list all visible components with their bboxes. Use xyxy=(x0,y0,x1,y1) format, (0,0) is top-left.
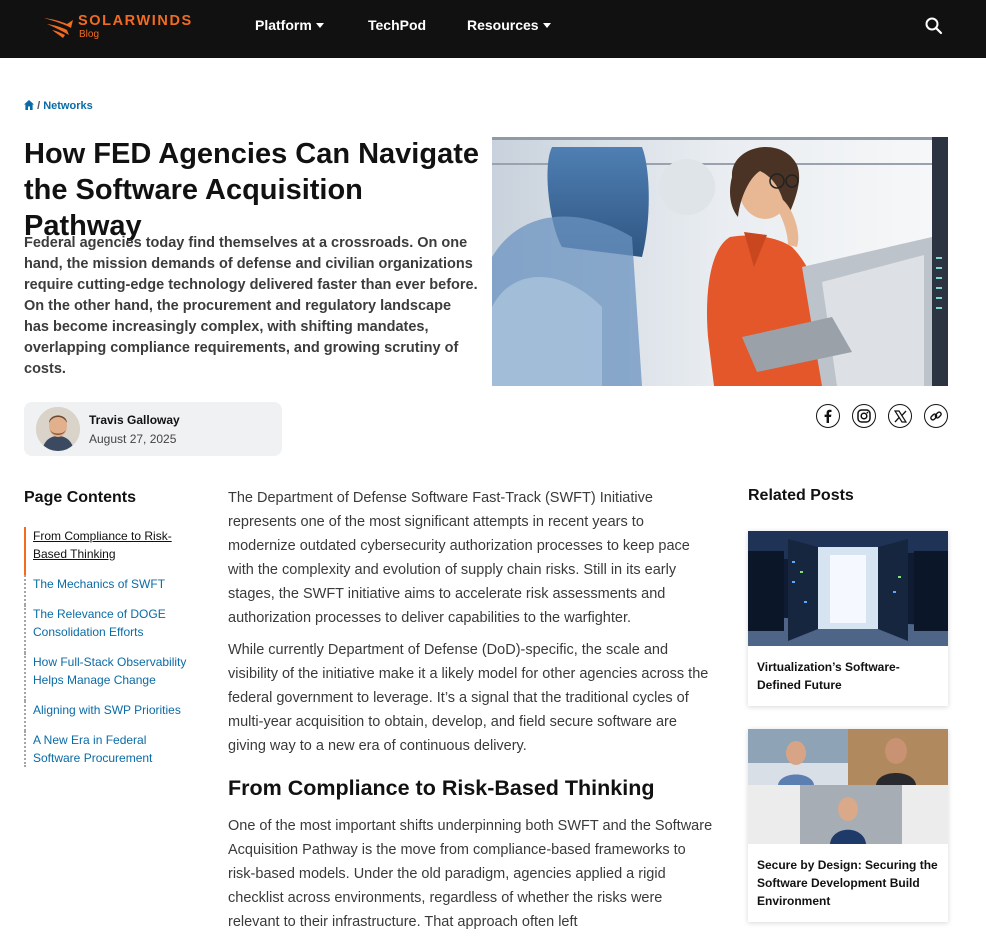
article-paragraph: The Department of Defense Software Fast-… xyxy=(228,490,690,626)
solarwinds-logo[interactable]: SOLARWINDS Blog xyxy=(44,12,194,42)
related-post-card[interactable]: Virtualization’s Software-Defined Future xyxy=(748,531,948,706)
section-heading: From Compliance to Risk-Based Thinking xyxy=(228,776,655,800)
article-paragraph: One of the most important shifts underpi… xyxy=(228,818,713,930)
chevron-down-icon xyxy=(315,23,324,28)
article-body: The Department of Defense Software Fast-… xyxy=(228,486,714,938)
nav-resources[interactable]: Resources xyxy=(467,17,551,33)
toc-item-observability[interactable]: How Full-Stack Observability Helps Manag… xyxy=(24,653,194,701)
table-of-contents: From Compliance to Risk-Based Thinking T… xyxy=(24,527,194,767)
author-name[interactable]: Travis Galloway xyxy=(89,413,180,427)
top-nav: SOLARWINDS Blog Platform TechPod Resourc… xyxy=(0,0,986,58)
related-post-card[interactable]: Secure by Design: Securing the Software … xyxy=(748,729,948,922)
author-avatar xyxy=(36,407,80,451)
toc-title: Page Contents xyxy=(24,489,137,506)
link-icon[interactable] xyxy=(924,404,948,428)
search-icon[interactable] xyxy=(924,16,944,36)
article-paragraph: While currently Department of Defense (D… xyxy=(228,642,709,754)
toc-item-swp[interactable]: Aligning with SWP Priorities xyxy=(24,701,194,731)
related-posts-title: Related Posts xyxy=(748,487,854,504)
breadcrumb-networks[interactable]: Networks xyxy=(43,100,93,112)
publish-date: August 27, 2025 xyxy=(89,432,177,446)
nav-techpod[interactable]: TechPod xyxy=(368,17,426,33)
x-icon[interactable] xyxy=(888,404,912,428)
article-intro: Federal agencies today find themselves a… xyxy=(24,235,478,377)
related-post-image xyxy=(748,729,948,844)
chevron-down-icon xyxy=(542,23,551,28)
nav-platform-label: Platform xyxy=(255,17,312,33)
logo-wordmark: SOLARWINDS xyxy=(78,13,193,29)
nav-platform[interactable]: Platform xyxy=(255,17,324,33)
toc-item-mechanics[interactable]: The Mechanics of SWFT xyxy=(24,575,194,605)
author-card: Travis Galloway August 27, 2025 xyxy=(24,402,282,456)
nav-techpod-label: TechPod xyxy=(368,17,427,33)
related-post-image xyxy=(748,531,948,646)
logo-subtitle: Blog xyxy=(79,29,100,40)
toc-item-compliance[interactable]: From Compliance to Risk-Based Thinking xyxy=(24,527,194,575)
instagram-icon[interactable] xyxy=(852,404,876,428)
breadcrumb: / Networks xyxy=(24,100,93,112)
page-title: How FED Agencies Can Navigate the Softwa… xyxy=(24,138,479,242)
toc-item-doge[interactable]: The Relevance of DOGE Consolidation Effo… xyxy=(24,605,194,653)
nav-resources-label: Resources xyxy=(467,17,539,33)
hero-image xyxy=(492,137,948,386)
facebook-icon[interactable] xyxy=(816,404,840,428)
breadcrumb-separator: / xyxy=(37,100,41,112)
home-icon[interactable] xyxy=(24,100,34,110)
toc-item-new-era[interactable]: A New Era in Federal Software Procuremen… xyxy=(24,731,194,767)
solarwinds-bird-icon xyxy=(44,18,73,38)
related-post-title: Virtualization’s Software-Defined Future xyxy=(757,660,900,692)
related-post-title: Secure by Design: Securing the Software … xyxy=(757,858,938,908)
